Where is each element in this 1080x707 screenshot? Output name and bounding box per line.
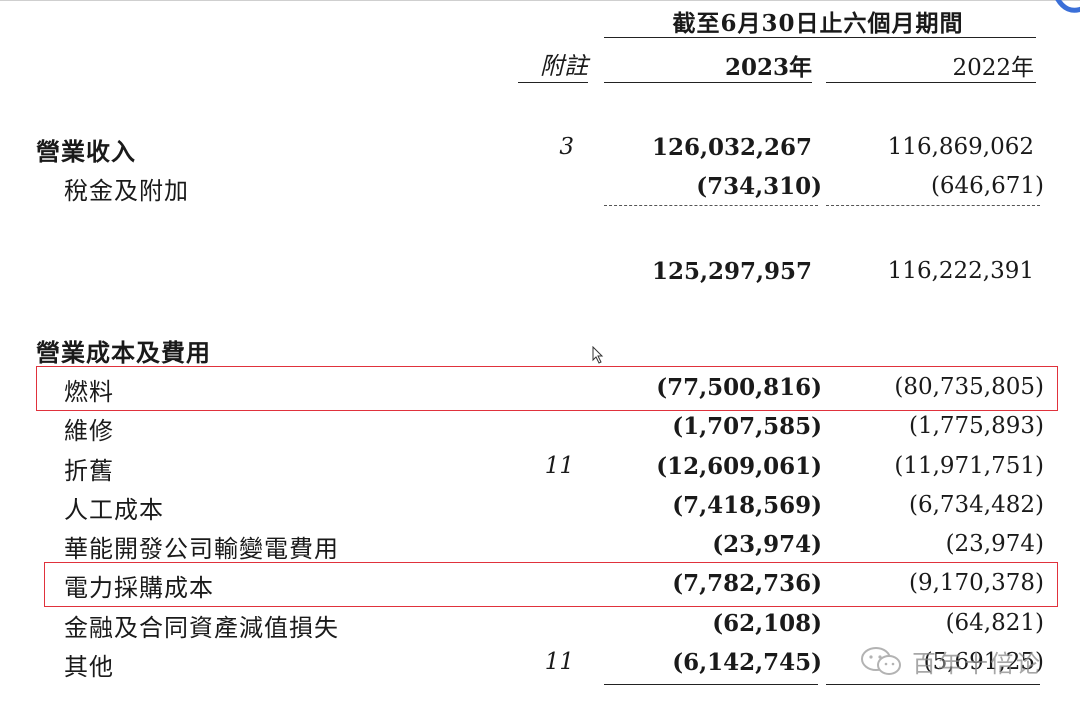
table-row: 營業收入 3 126,032,267 116,869,062 — [0, 132, 1080, 168]
value-2022: 116,869,062 — [887, 134, 1034, 160]
value-2023: (7,418,569) — [672, 492, 822, 519]
value-2023: (1,707,585) — [672, 413, 822, 440]
subtotal-rule-2022 — [826, 205, 1040, 206]
table-row: 折舊 11 (12,609,061) (11,971,751) — [0, 451, 1080, 487]
row-note: 11 — [544, 453, 574, 479]
value-2023: (12,609,061) — [656, 453, 822, 480]
table-row: 稅金及附加 (734,310) (646,671) — [0, 171, 1080, 207]
year-2023-rule — [604, 82, 812, 83]
value-2022: (6,734,482) — [908, 492, 1044, 518]
value-2023: (23,974) — [712, 531, 822, 558]
row-note: 11 — [544, 649, 574, 675]
row-label: 營業收入 — [36, 137, 136, 166]
value-2023: (734,310) — [696, 173, 822, 200]
table-row: 維修 (1,707,585) (1,775,893) — [0, 411, 1080, 447]
value-2022: (1,775,893) — [908, 413, 1044, 439]
total-rule-2023 — [604, 684, 818, 685]
watermark-text: 百年十倍论 — [912, 650, 1042, 678]
value-2022: (64,821) — [945, 610, 1044, 636]
value-2022: (23,974) — [945, 531, 1044, 557]
table-row: 營業成本及費用 — [0, 333, 1080, 369]
row-label: 其他 — [64, 653, 114, 681]
table-row: 人工成本 (7,418,569) (6,734,482) — [0, 490, 1080, 526]
year-2022-rule — [826, 82, 1036, 83]
value-2022: (646,671) — [930, 173, 1044, 199]
row-label: 金融及合同資產減值損失 — [64, 614, 339, 642]
value-2023: 126,032,267 — [651, 134, 812, 161]
row-label: 稅金及附加 — [64, 177, 189, 205]
table-row: 125,297,957 116,222,391 — [0, 256, 1080, 292]
value-2022: (11,971,751) — [894, 453, 1044, 479]
year-2023-header: 2023年 — [724, 54, 812, 81]
top-border — [0, 0, 1080, 1]
corner-logo-icon — [1055, 0, 1080, 13]
row-label: 折舊 — [64, 457, 114, 485]
row-label: 營業成本及費用 — [36, 338, 211, 367]
period-header: 截至6月30日止六個月期間 — [672, 10, 964, 37]
wechat-icon — [861, 647, 901, 675]
note-rule — [518, 82, 588, 83]
row-label: 人工成本 — [64, 496, 164, 524]
year-2022-header: 2022年 — [952, 55, 1034, 81]
watermark: 百年十倍论 — [860, 640, 1060, 684]
highlight-box-fuel — [36, 366, 1058, 411]
value-2023: 125,297,957 — [651, 258, 812, 285]
period-rule — [604, 37, 1036, 38]
note-column-header: 附註 — [540, 52, 588, 80]
value-2022: 116,222,391 — [887, 258, 1034, 284]
highlight-box-power-purchase — [44, 562, 1058, 607]
table-row: 華能開發公司輸變電費用 (23,974) (23,974) — [0, 529, 1080, 565]
mouse-cursor-icon — [592, 346, 604, 364]
row-label: 華能開發公司輸變電費用 — [64, 535, 339, 563]
subtotal-rule-2023 — [604, 205, 818, 206]
table-row: 金融及合同資產減值損失 (62,108) (64,821) — [0, 608, 1080, 644]
value-2023: (6,142,745) — [672, 649, 822, 676]
row-note: 3 — [559, 134, 574, 160]
value-2023: (62,108) — [712, 610, 822, 637]
row-label: 維修 — [64, 417, 114, 445]
total-rule-2022 — [826, 684, 1040, 685]
